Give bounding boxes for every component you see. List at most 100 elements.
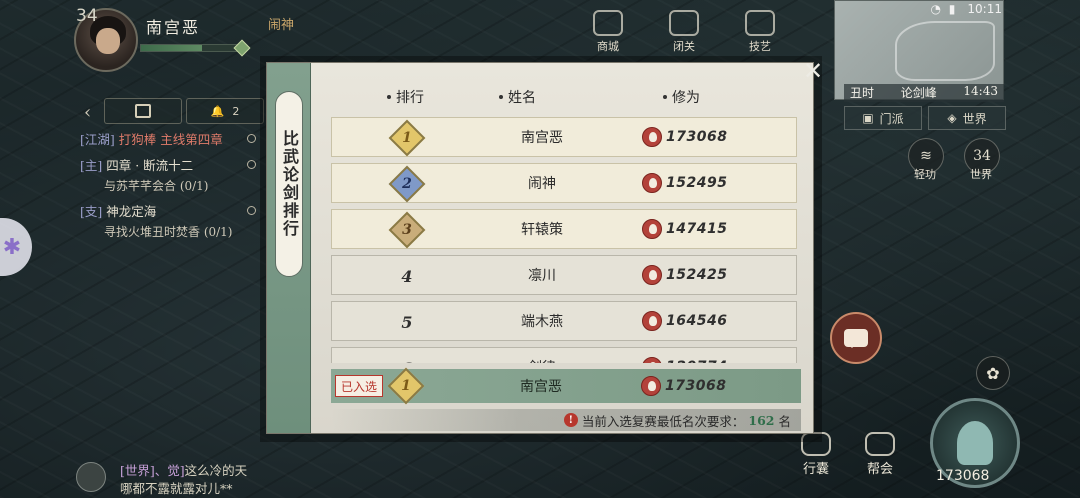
ranking-row[interactable]: 5 端木燕 164546 xyxy=(331,301,797,341)
pinwheel-icon: ✱ xyxy=(2,234,22,260)
inventory-label: 行囊 xyxy=(802,462,829,477)
header-dot xyxy=(499,95,503,99)
ranking-table-header: 排行 姓名 修为 xyxy=(331,87,797,109)
top-icon-skills[interactable]: 技艺 xyxy=(740,10,780,54)
row-power-value: 147415 xyxy=(666,221,728,237)
row-power-value: 173068 xyxy=(666,129,728,145)
lightness-skill-icon: ≋ xyxy=(920,148,932,164)
quest-tag: [江湖] xyxy=(80,132,115,147)
collapse-arrow-icon[interactable]: ‹ xyxy=(84,102,91,123)
meditate-icon xyxy=(669,10,699,36)
minimap-path xyxy=(895,21,995,81)
requirement-value: 162 xyxy=(748,412,775,428)
chat-message: 这么冷的天 xyxy=(184,463,248,478)
quest-tab[interactable] xyxy=(104,98,182,124)
cultivation-icon xyxy=(642,357,662,363)
nearby-player-name[interactable]: 闹神 xyxy=(268,14,294,33)
ranking-row[interactable]: 6 剑律 120774 xyxy=(331,347,797,363)
chat-button[interactable] xyxy=(830,312,882,364)
time-period: 丑时 xyxy=(850,86,875,100)
qinggong-label: 轻功 xyxy=(914,168,936,181)
header-dot xyxy=(387,95,391,99)
requirement-unit: 名 xyxy=(778,413,791,429)
search-icon[interactable] xyxy=(247,160,256,169)
quest-objective: 与苏芊芊会合 (0/1) xyxy=(104,179,209,193)
player-hp-fill xyxy=(141,45,202,51)
requirement-text: 当前入选复赛最低名次要求： xyxy=(581,413,745,429)
row-rank: 6 xyxy=(394,355,420,364)
row-name: 南宫恶 xyxy=(521,130,563,146)
skills-icon xyxy=(745,10,775,36)
ranking-row[interactable]: 4 凛川 152425 xyxy=(331,255,797,295)
chat-line-2: 哪都不露就露对儿** xyxy=(120,481,233,496)
title-scroll: 比武论剑排行 xyxy=(275,91,303,277)
quest-tag: [主] xyxy=(80,158,103,173)
top-icon-label: 技艺 xyxy=(749,40,771,53)
row-rank: 1 xyxy=(402,130,412,146)
cultivation-icon xyxy=(642,219,662,239)
row-power-value: 152425 xyxy=(666,267,728,283)
team-tab[interactable]: 🔔 2 xyxy=(186,98,264,124)
chat-line-1: [世界]、觉]这么冷的天 xyxy=(120,460,247,479)
cultivation-icon xyxy=(642,127,662,147)
row-power-value: 120774 xyxy=(666,359,727,363)
header-name-label: 姓名 xyxy=(508,90,536,106)
avatar-face xyxy=(96,28,120,54)
requirement-note: ! 当前入选复赛最低名次要求： 162 名 xyxy=(331,409,801,431)
row-name: 剑律 xyxy=(492,348,592,363)
modal-title: 比武论剑排行 xyxy=(280,130,299,238)
header-name: 姓名 xyxy=(499,87,536,107)
world-icon: ◈ xyxy=(947,111,957,125)
sect-icon: ▣ xyxy=(862,111,874,125)
meditating-figure-icon xyxy=(957,421,993,465)
row-power: 164546 xyxy=(642,302,727,340)
world-button[interactable]: ◈ 世界 xyxy=(928,106,1006,130)
row-power: 147415 xyxy=(642,210,727,248)
lotus-icon: ✿ xyxy=(986,363,1000,383)
cultivation-icon xyxy=(642,173,662,193)
self-power-value: 173068 xyxy=(665,378,727,394)
modal-side-band: 比武论剑排行 xyxy=(267,63,311,433)
close-icon[interactable]: ✕ xyxy=(799,57,827,85)
header-power: 修为 xyxy=(663,87,700,107)
guild-button[interactable]: 帮会 xyxy=(860,432,900,477)
search-icon[interactable] xyxy=(247,206,256,215)
quest-scroll-icon xyxy=(135,104,151,118)
row-rank: 2 xyxy=(402,176,412,192)
top-icon-meditate[interactable]: 闭关 xyxy=(664,10,704,54)
top-icon-shop[interactable]: 商城 xyxy=(588,10,628,54)
wifi-battery-icon: ◔ ▮ xyxy=(930,2,958,16)
ranking-rows: 1 南宫恶 173068 2 闹神 152495 3 轩辕策 147415 4 凛川 15… xyxy=(331,117,797,363)
row-rank: 5 xyxy=(401,312,413,332)
player-name: 南宫恶 xyxy=(146,18,201,37)
quest-list: [江湖] 打狗棒 主线第四章 [主] 四章 · 断流十二 与苏芊芊会合 (0/1… xyxy=(80,130,260,248)
selected-status-badge: 已入选 xyxy=(335,375,383,397)
location-name: 论剑峰 xyxy=(900,86,937,100)
search-icon[interactable] xyxy=(247,134,256,143)
quest-title: 神龙定海 xyxy=(106,204,157,219)
sect-button-label: 门派 xyxy=(879,111,904,126)
quest-item[interactable]: [支] 神龙定海 寻找火堆丑时焚香 (0/1) xyxy=(80,202,260,242)
sect-button[interactable]: ▣ 门派 xyxy=(844,106,922,130)
header-rank-label: 排行 xyxy=(396,90,424,106)
header-rank: 排行 xyxy=(387,87,424,107)
row-name: 闹神 xyxy=(528,176,556,192)
minimap-location-bar: 丑时 论剑峰 14:43 xyxy=(844,84,1004,102)
self-rank-row: 已入选 1 南宫恶 173068 xyxy=(331,367,801,405)
row-rank: 3 xyxy=(402,222,412,238)
chat-channel: [世界] xyxy=(120,463,155,478)
quest-item[interactable]: [江湖] 打狗棒 主线第四章 xyxy=(80,130,260,150)
chat-sender: 、觉] xyxy=(154,463,185,478)
lotus-button[interactable]: ✿ xyxy=(976,356,1010,390)
row-name: 轩辕策 xyxy=(521,222,563,238)
ranking-row[interactable]: 2 闹神 152495 xyxy=(331,163,797,203)
player-hp-bar xyxy=(140,44,240,52)
row-power: 120774 xyxy=(642,348,727,363)
quest-item[interactable]: [主] 四章 · 断流十二 与苏芊芊会合 (0/1) xyxy=(80,156,260,196)
header-power-label: 修为 xyxy=(672,90,700,106)
cultivation-icon xyxy=(642,311,662,331)
quest-title: 打狗棒 主线第四章 xyxy=(118,132,223,147)
ranking-row[interactable]: 1 南宫恶 173068 xyxy=(331,117,797,157)
row-rank: 4 xyxy=(401,266,413,286)
ranking-row[interactable]: 3 轩辕策 147415 xyxy=(331,209,797,249)
